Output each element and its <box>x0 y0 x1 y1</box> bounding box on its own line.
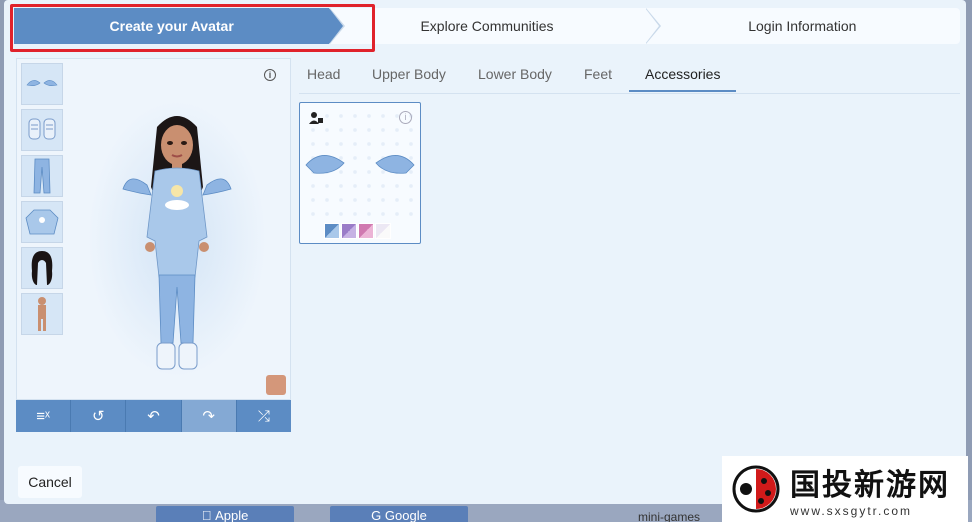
color-swatch-pink[interactable] <box>358 223 374 239</box>
ladybug-logo-icon <box>732 465 780 513</box>
step-label: Login Information <box>748 18 857 34</box>
step-create-avatar[interactable]: Create your Avatar <box>14 8 346 44</box>
watermark-sub: www.sxsgytr.com <box>790 504 913 518</box>
equipped-wings-thumb[interactable] <box>21 63 63 105</box>
color-swatch-white[interactable] <box>375 223 391 239</box>
wings-icon <box>305 155 415 174</box>
user-lock-icon <box>309 112 323 124</box>
step-explore-communities[interactable]: Explore Communities <box>329 8 661 44</box>
shuffle-button[interactable]: ⤮ <box>237 400 291 432</box>
hair-icon <box>31 251 53 285</box>
apple-label: Apple <box>208 508 248 522</box>
equipped-sneakers-thumb[interactable] <box>21 109 63 151</box>
wizard-steps: Create your Avatar Explore Communities L… <box>14 8 960 44</box>
color-swatch-purple[interactable] <box>341 223 357 239</box>
clear-all-button[interactable]: ≡ˣ <box>16 400 72 432</box>
color-swatches <box>324 223 391 239</box>
apple-button[interactable]:  Apple <box>156 506 294 522</box>
avatar-figure <box>122 116 232 370</box>
tab-upper-body[interactable]: Upper Body <box>372 66 446 92</box>
jeans-icon <box>33 158 51 194</box>
equipped-items-list <box>21 63 65 339</box>
cancel-button[interactable]: Cancel <box>18 466 82 498</box>
tab-lower-body[interactable]: Lower Body <box>478 66 552 92</box>
equipped-hair-thumb[interactable] <box>21 247 63 289</box>
undo-all-button[interactable]: ↺ <box>71 400 127 432</box>
tab-accessories[interactable]: Accessories <box>629 66 737 92</box>
step-arrow <box>329 8 344 44</box>
undo-icon: ↶ <box>147 408 160 425</box>
undo-all-icon: ↺ <box>92 408 105 425</box>
tab-head[interactable]: Head <box>307 66 340 92</box>
avatar-preview-panel: i <box>16 58 291 400</box>
step-arrow <box>644 8 659 44</box>
sneakers-icon <box>28 118 56 140</box>
redo-icon: ↷ <box>202 408 215 425</box>
color-swatch-blue[interactable] <box>324 223 340 239</box>
step-label: Create your Avatar <box>109 18 234 34</box>
accessory-item-card[interactable]: i <box>299 102 421 244</box>
tab-feet[interactable]: Feet <box>584 66 612 92</box>
hoodie-icon <box>25 209 59 235</box>
step-login-information[interactable]: Login Information <box>644 8 960 44</box>
equipped-body-thumb[interactable] <box>21 293 63 335</box>
avatar-creation-modal: Create your Avatar Explore Communities L… <box>4 0 966 504</box>
category-tabs: Head Upper Body Lower Body Feet Accessor… <box>299 58 960 94</box>
minigames-text: mini-games <box>638 510 701 522</box>
clear-all-icon: ≡ˣ <box>36 407 50 425</box>
wings-icon <box>26 80 58 86</box>
undo-button[interactable]: ↶ <box>126 400 182 432</box>
watermark: 国投新游网 www.sxsgytr.com <box>722 456 968 522</box>
equipped-jeans-thumb[interactable] <box>21 155 63 197</box>
card-info-icon[interactable]: i <box>399 111 412 124</box>
redo-button[interactable]: ↷ <box>181 400 237 432</box>
google-button[interactable]: G Google <box>330 506 468 522</box>
equipped-hoodie-thumb[interactable] <box>21 201 63 243</box>
watermark-main: 国投新游网 <box>790 468 950 503</box>
google-label: Google <box>384 508 427 522</box>
watermark-text: 国投新游网 www.sxsgytr.com <box>790 460 950 518</box>
skin-color-swatch[interactable] <box>266 375 286 395</box>
shuffle-icon: ⤮ <box>257 407 270 425</box>
body-icon <box>38 297 46 331</box>
step-label: Explore Communities <box>420 18 554 34</box>
avatar-toolbar: ≡ˣ ↺ ↶ ↷ ⤮ <box>16 400 291 432</box>
info-icon[interactable]: i <box>264 69 276 81</box>
